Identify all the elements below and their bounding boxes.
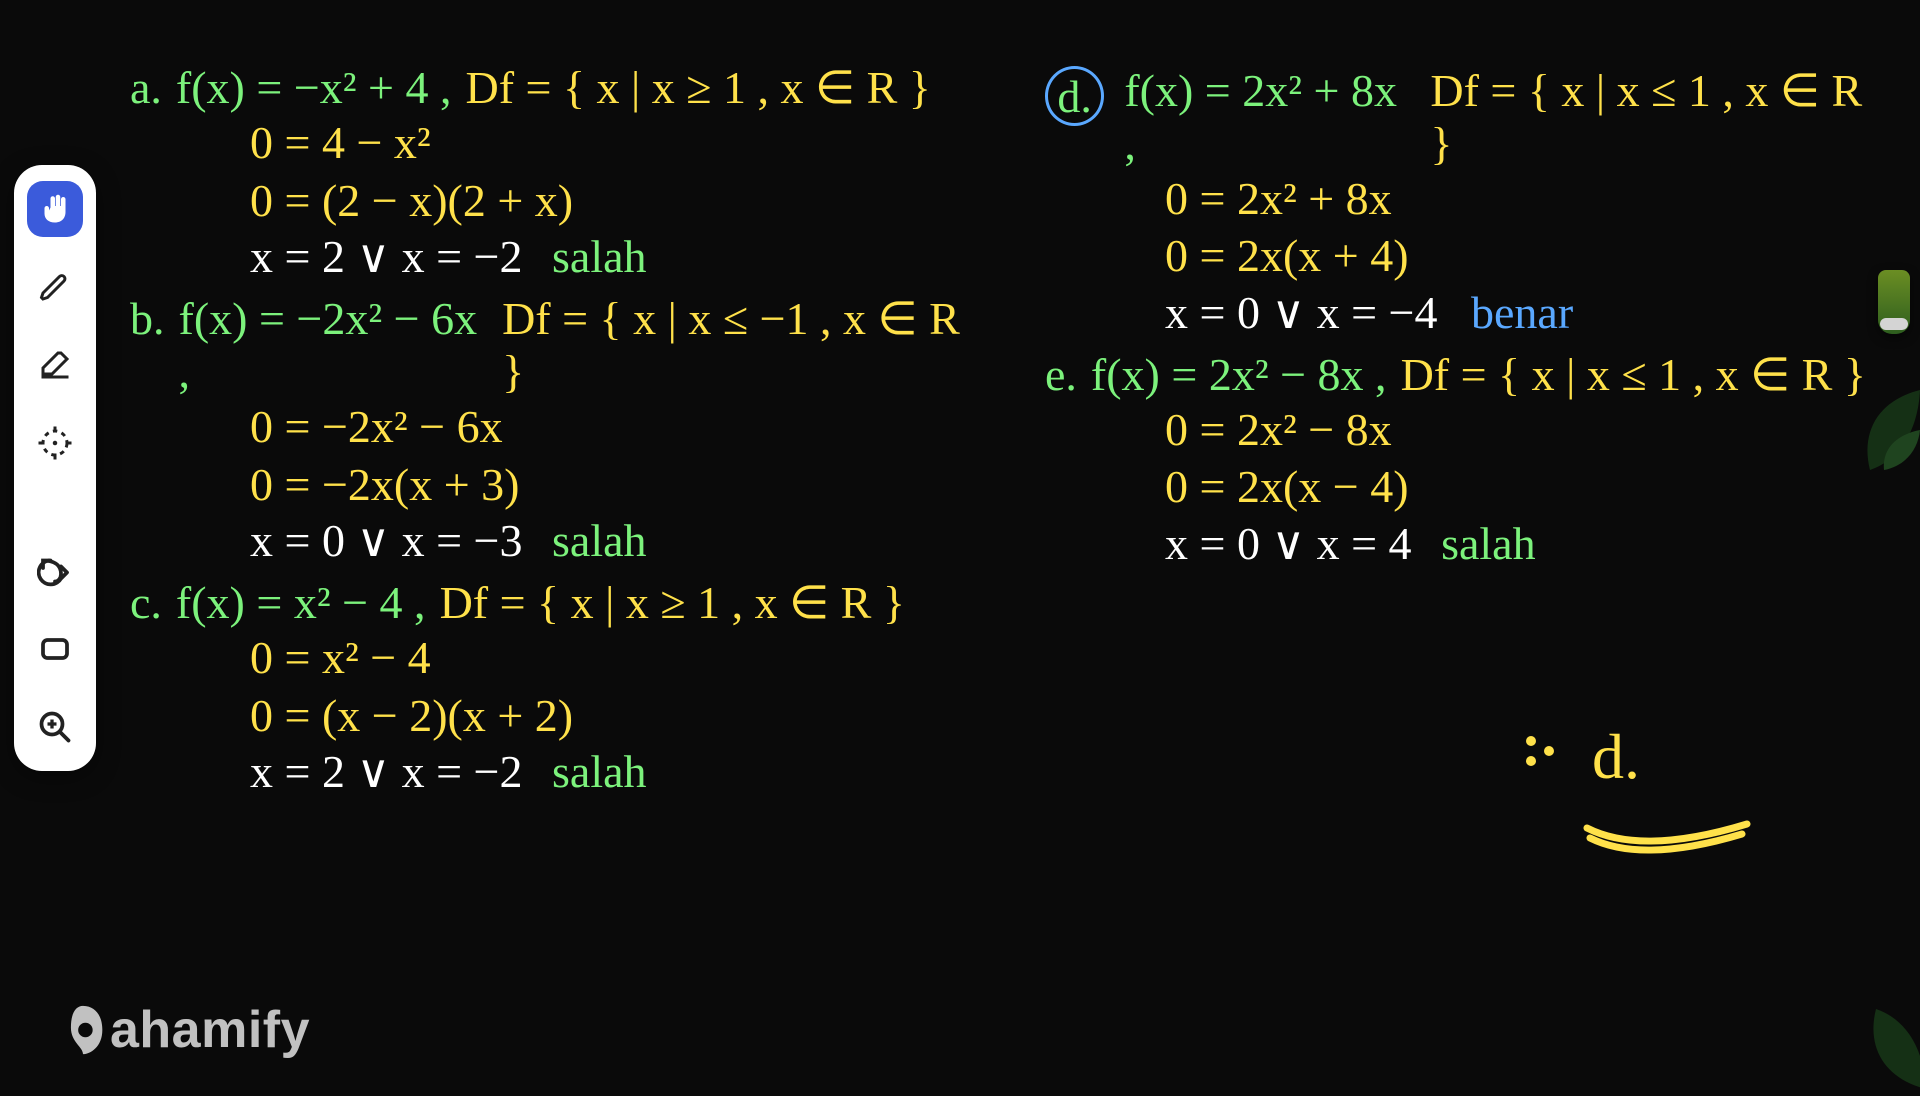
problem-domain: Df = { x | x ≤ 1 , x ∈ R }	[1430, 63, 1890, 170]
brand-logo-icon	[58, 1001, 108, 1059]
result-line: x = 2 ∨ x = −2 salah	[250, 229, 975, 283]
shape-tool[interactable]	[27, 415, 83, 471]
step-line: 0 = −2x² − 6x	[250, 398, 975, 456]
step-line: 0 = 2x² − 8x	[1165, 401, 1890, 459]
eraser-tool[interactable]	[27, 337, 83, 393]
result-line: x = 2 ∨ x = −2 salah	[250, 744, 975, 798]
therefore-icon	[1526, 726, 1554, 766]
verdict: benar	[1471, 287, 1573, 338]
verdict: salah	[552, 746, 647, 797]
step-line: 0 = x² − 4	[250, 629, 975, 687]
result-line: x = 0 ∨ x = −4 benar	[1165, 285, 1890, 339]
pointer-tool[interactable]	[27, 181, 83, 237]
problem-b: b. f(x) = −2x² − 6x , Df = { x | x ≤ −1 …	[130, 291, 975, 567]
result-x: x = 0 ∨ x = −4	[1165, 287, 1438, 338]
hand-icon	[37, 191, 73, 227]
step-line: 0 = 4 − x²	[250, 114, 975, 172]
problem-d: d. f(x) = 2x² + 8x , Df = { x | x ≤ 1 , …	[1045, 60, 1890, 339]
step-line: 0 = 2x(x − 4)	[1165, 458, 1890, 516]
conclusion: d.	[1592, 720, 1640, 794]
eraser-icon	[37, 347, 73, 383]
leaf-decoration-icon	[1800, 380, 1920, 475]
target-icon	[37, 425, 73, 461]
problem-a: a. f(x) = −x² + 4 , Df = { x | x ≥ 1 , x…	[130, 60, 975, 283]
undo-tool[interactable]	[27, 543, 83, 599]
step-line: 0 = 2x(x + 4)	[1165, 227, 1890, 285]
pen-icon	[37, 269, 73, 305]
step-line: 0 = 2x² + 8x	[1165, 170, 1890, 228]
problem-letter: b.	[130, 292, 165, 345]
result-x: x = 2 ∨ x = −2	[250, 231, 523, 282]
problem-function: f(x) = −x² + 4 ,	[176, 61, 452, 114]
leaf-decoration-icon	[1806, 1009, 1920, 1096]
result-x: x = 0 ∨ x = 4	[1165, 518, 1412, 569]
problem-function: f(x) = −2x² − 6x ,	[179, 292, 489, 398]
verdict: salah	[1441, 518, 1536, 569]
right-column: d. f(x) = 2x² + 8x , Df = { x | x ≤ 1 , …	[1045, 60, 1890, 806]
rectangle-icon	[37, 631, 73, 667]
zoom-tool[interactable]	[27, 699, 83, 755]
answer-letter: d.	[1592, 721, 1640, 792]
problem-letter: a.	[130, 61, 162, 114]
problem-c: c. f(x) = x² − 4 , Df = { x | x ≥ 1 , x …	[130, 575, 975, 798]
content-columns: a. f(x) = −x² + 4 , Df = { x | x ≥ 1 , x…	[130, 60, 1890, 806]
result-x: x = 2 ∨ x = −2	[250, 746, 523, 797]
whiteboard-canvas[interactable]: a. f(x) = −x² + 4 , Df = { x | x ≥ 1 , x…	[130, 60, 1890, 1056]
pen-tool[interactable]	[27, 259, 83, 315]
problem-function: f(x) = 2x² − 8x ,	[1091, 348, 1387, 401]
problem-domain: Df = { x | x ≥ 1 , x ∈ R }	[440, 575, 905, 629]
verdict: salah	[552, 231, 647, 282]
result-line: x = 0 ∨ x = 4 salah	[1165, 516, 1890, 570]
result-line: x = 0 ∨ x = −3 salah	[250, 513, 975, 567]
verdict: salah	[552, 515, 647, 566]
active-pen-indicator[interactable]	[1878, 270, 1910, 334]
brand-text: ahamify	[110, 1000, 310, 1060]
problem-letter: c.	[130, 576, 162, 629]
undo-icon	[37, 553, 73, 589]
problem-function: f(x) = 2x² + 8x ,	[1124, 64, 1416, 170]
problem-function: f(x) = x² − 4 ,	[176, 576, 426, 629]
problem-domain: Df = { x | x ≤ 1 , x ∈ R }	[1401, 347, 1866, 401]
problem-domain: Df = { x | x ≥ 1 , x ∈ R }	[466, 60, 931, 114]
underline-stroke-icon	[1582, 800, 1752, 840]
problem-letter: d.	[1057, 70, 1092, 123]
zoom-in-icon	[37, 709, 73, 745]
step-line: 0 = −2x(x + 3)	[250, 456, 975, 514]
problem-letter: e.	[1045, 348, 1077, 401]
step-line: 0 = (x − 2)(x + 2)	[250, 687, 975, 745]
brand-watermark: ahamify	[58, 1000, 310, 1060]
problem-e: e. f(x) = 2x² − 8x , Df = { x | x ≤ 1 , …	[1045, 347, 1890, 570]
result-x: x = 0 ∨ x = −3	[250, 515, 523, 566]
step-line: 0 = (2 − x)(2 + x)	[250, 172, 975, 230]
problem-domain: Df = { x | x ≤ −1 , x ∈ R }	[502, 291, 975, 398]
circled-d-icon: d.	[1045, 66, 1104, 126]
left-toolbar	[14, 165, 96, 771]
rectangle-tool[interactable]	[27, 621, 83, 677]
left-column: a. f(x) = −x² + 4 , Df = { x | x ≥ 1 , x…	[130, 60, 975, 806]
